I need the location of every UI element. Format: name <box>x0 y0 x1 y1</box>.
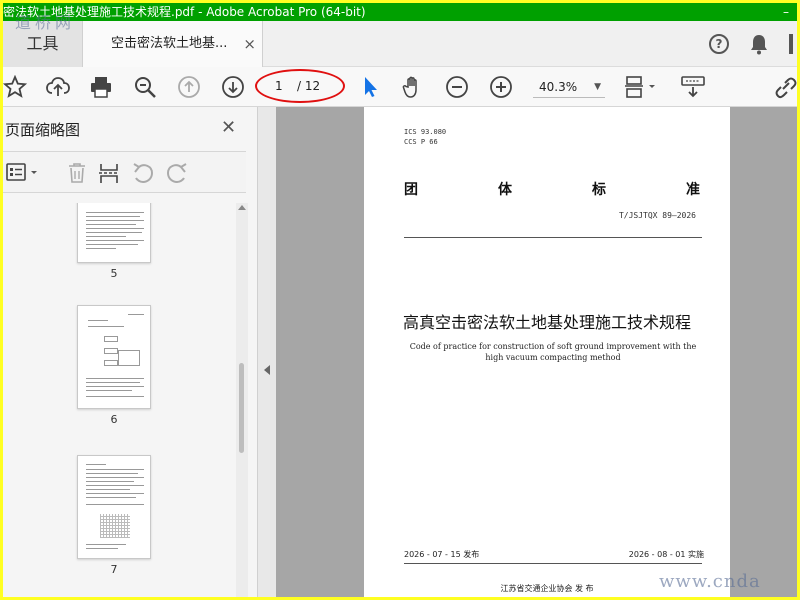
watermark-bottom-right: www.cnda <box>659 571 761 592</box>
thumbnail-label: 5 <box>110 267 118 280</box>
standard-char: 团 <box>404 182 418 198</box>
document-viewport[interactable]: ICS 93.080 CCS P 66 团 体 标 准 T/JSJTQX 89—… <box>276 107 797 597</box>
highlight-ellipse <box>255 69 345 103</box>
zoom-value: 40.3% <box>539 80 578 94</box>
title-bar: 密法软土地基处理施工技术规程.pdf - Adobe Acrobat Pro (… <box>3 3 797 21</box>
panel-close-button[interactable]: ✕ <box>221 117 236 138</box>
delete-icon[interactable] <box>65 161 89 185</box>
thumbnail-label: 6 <box>110 413 118 426</box>
bookmark-star-icon[interactable] <box>3 75 27 99</box>
thumbnail-page-6[interactable] <box>77 305 151 409</box>
panel-title: 页面缩略图 <box>5 121 81 139</box>
main-toolbar: 1 / 12 40.3% ▼ <box>3 67 797 107</box>
acrobat-window: 密法软土地基处理施工技术规程.pdf - Adobe Acrobat Pro (… <box>3 3 797 597</box>
standard-type-heading: 团 体 标 准 <box>404 179 700 199</box>
rotate-right-icon[interactable] <box>165 161 189 185</box>
standard-char: 体 <box>498 182 512 198</box>
thumbnail-list: 5 6 7 <box>3 203 235 597</box>
thumbnail-toolbar <box>3 151 246 193</box>
more-menu-icon[interactable] <box>789 34 793 54</box>
classification-codes: ICS 93.080 CCS P 66 <box>404 127 446 147</box>
thumbnail-scrollbar[interactable] <box>236 203 248 597</box>
watermark-top-left: 道桥网 <box>15 13 76 32</box>
search-icon[interactable] <box>133 75 157 99</box>
bell-icon[interactable] <box>749 33 769 55</box>
document-title-en: Code of practice for construction of sof… <box>409 342 697 362</box>
print-icon[interactable] <box>89 75 113 99</box>
standard-char: 标 <box>592 182 606 198</box>
thumbnail-page-7[interactable] <box>77 455 151 559</box>
page-thumbnails-panel: 页面缩略图 ✕ 5 6 7 <box>3 107 258 597</box>
chevron-down-icon[interactable]: ▼ <box>594 76 601 98</box>
footer-rule <box>404 563 702 564</box>
previous-page-icon[interactable] <box>177 75 201 99</box>
insert-page-icon[interactable] <box>97 161 121 185</box>
page-display-icon[interactable] <box>623 75 659 99</box>
panel-collapse-handle[interactable] <box>258 107 276 597</box>
next-page-icon[interactable] <box>221 75 245 99</box>
pdf-page: ICS 93.080 CCS P 66 团 体 标 准 T/JSJTQX 89—… <box>364 107 730 597</box>
standard-char: 准 <box>686 182 700 198</box>
header-rule <box>404 237 702 238</box>
ccs-code: CCS P 66 <box>404 138 438 146</box>
zoom-select[interactable]: 40.3% ▼ <box>533 76 605 98</box>
rotate-left-icon[interactable] <box>131 161 155 185</box>
scroll-up-arrow-icon[interactable] <box>238 205 246 210</box>
zoom-out-icon[interactable] <box>445 75 469 99</box>
zoom-in-icon[interactable] <box>489 75 513 99</box>
collapse-arrow-icon[interactable] <box>264 365 270 375</box>
thumbnail-page-5[interactable] <box>77 203 151 263</box>
document-title-cn: 高真空击密法软土地基处理施工技术规程 <box>402 313 691 332</box>
upload-cloud-icon[interactable] <box>45 75 70 99</box>
tab-close-button[interactable]: × <box>243 21 256 67</box>
minimize-button[interactable]: – <box>783 3 789 21</box>
tab-document-label: 空击密法软土地基... <box>111 36 228 51</box>
publish-date: 2026 - 07 - 15 发布 <box>404 550 480 559</box>
tab-document[interactable]: 空击密法软土地基... × <box>83 21 263 67</box>
document-number: T/JSJTQX 89—2026 <box>618 211 696 220</box>
select-cursor-icon[interactable] <box>359 75 383 99</box>
effective-date: 2026 - 08 - 01 实施 <box>628 550 704 559</box>
ics-code: ICS 93.080 <box>404 128 447 136</box>
tab-bar: 工具 空击密法软土地基... × ? <box>3 21 797 67</box>
read-mode-icon[interactable] <box>679 75 707 99</box>
hand-tool-icon[interactable] <box>401 75 425 99</box>
page-number-field[interactable]: 1 / 12 <box>255 69 345 103</box>
thumbnail-label: 7 <box>110 563 118 576</box>
help-icon[interactable]: ? <box>709 34 729 54</box>
scroll-thumb[interactable] <box>239 363 244 453</box>
options-menu-icon[interactable] <box>5 161 41 185</box>
link-icon[interactable] <box>773 75 797 99</box>
